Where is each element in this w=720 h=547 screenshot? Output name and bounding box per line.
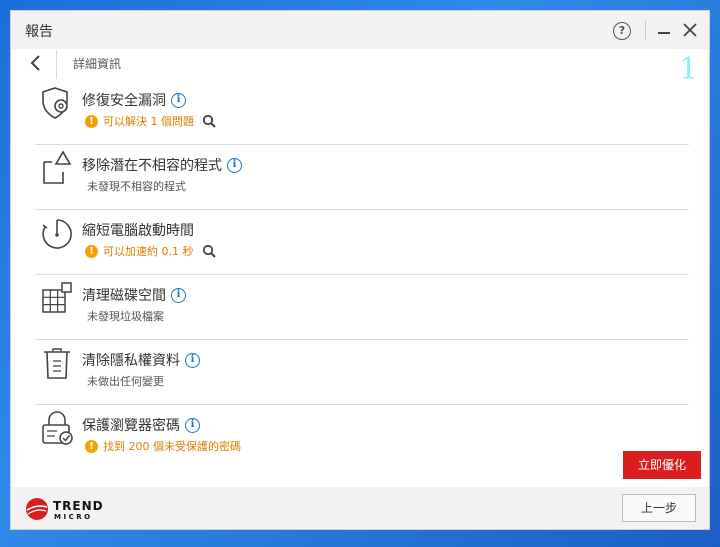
item-title: 保護瀏覽器密碼 i	[82, 415, 200, 435]
minimize-icon[interactable]	[658, 32, 670, 34]
list-item-incompatible-programs: 移除潛在不相容的程式 i 未發現不相容的程式	[35, 145, 689, 210]
info-icon[interactable]: i	[185, 417, 200, 433]
warning-icon: !	[85, 439, 98, 453]
trash-icon	[44, 348, 70, 379]
nav-bar: 詳細資訊	[11, 49, 709, 79]
item-status: ! 可以加速約 0.1 秒	[85, 243, 216, 259]
info-icon[interactable]: i	[227, 157, 242, 173]
lock-check-icon	[42, 411, 73, 445]
title-bar: 報告 ?	[11, 11, 709, 49]
magnifier-icon[interactable]	[202, 244, 216, 258]
info-icon[interactable]: i	[185, 352, 200, 368]
list-item-privacy-data: 清除隱私權資料 i 未做出任何變更	[35, 340, 689, 405]
report-window: 報告 ? 詳細資訊 1 修復安全漏洞 i ! 可以解決 1 個問題 移除潛在不相…	[10, 10, 710, 530]
magnifier-icon[interactable]	[202, 114, 216, 128]
trend-micro-ball-icon	[26, 498, 48, 520]
item-title: 清除隱私權資料 i	[82, 350, 200, 370]
item-status: ! 可以解決 1 個問題	[85, 113, 216, 129]
item-title: 清理磁碟空間 i	[82, 285, 186, 305]
previous-step-button[interactable]: 上一步	[622, 494, 696, 522]
info-icon[interactable]: i	[171, 287, 186, 303]
grid-disk-icon	[42, 282, 72, 313]
item-status: ! 找到 200 個未受保護的密碼	[85, 438, 241, 454]
window-title: 報告	[25, 24, 53, 40]
info-icon[interactable]: i	[171, 92, 186, 108]
item-title: 修復安全漏洞 i	[82, 90, 186, 110]
warning-icon: !	[85, 244, 98, 258]
trend-micro-logo: TREND MICRO	[25, 497, 115, 525]
list-item-fix-vulnerabilities: 修復安全漏洞 i ! 可以解決 1 個問題	[35, 80, 689, 145]
item-status: 未發現垃圾檔案	[87, 310, 164, 323]
item-title: 縮短電腦啟動時間	[82, 223, 194, 239]
titlebar-divider	[645, 20, 646, 40]
item-status: 未做出任何變更	[87, 375, 164, 388]
item-status: 未發現不相容的程式	[87, 180, 186, 193]
optimize-now-button[interactable]: 立即優化	[623, 451, 701, 479]
document-warning-icon	[43, 150, 72, 184]
warning-icon: !	[85, 114, 98, 128]
close-icon[interactable]	[683, 23, 697, 37]
back-arrow-icon[interactable]	[27, 53, 45, 73]
shield-gear-icon	[42, 87, 68, 119]
list-item-startup-time: 縮短電腦啟動時間 ! 可以加速約 0.1 秒	[35, 210, 689, 275]
nav-divider	[56, 50, 57, 79]
item-title: 移除潛在不相容的程式 i	[82, 155, 242, 175]
list-item-browser-passwords: 保護瀏覽器密碼 i ! 找到 200 個未受保護的密碼	[35, 405, 689, 470]
help-icon[interactable]: ?	[613, 22, 631, 40]
timer-icon	[42, 219, 72, 249]
list-item-disk-cleanup: 清理磁碟空間 i 未發現垃圾檔案	[35, 275, 689, 340]
footer-bar: TREND MICRO 上一步	[11, 487, 709, 529]
page-title: 詳細資訊	[73, 57, 122, 71]
